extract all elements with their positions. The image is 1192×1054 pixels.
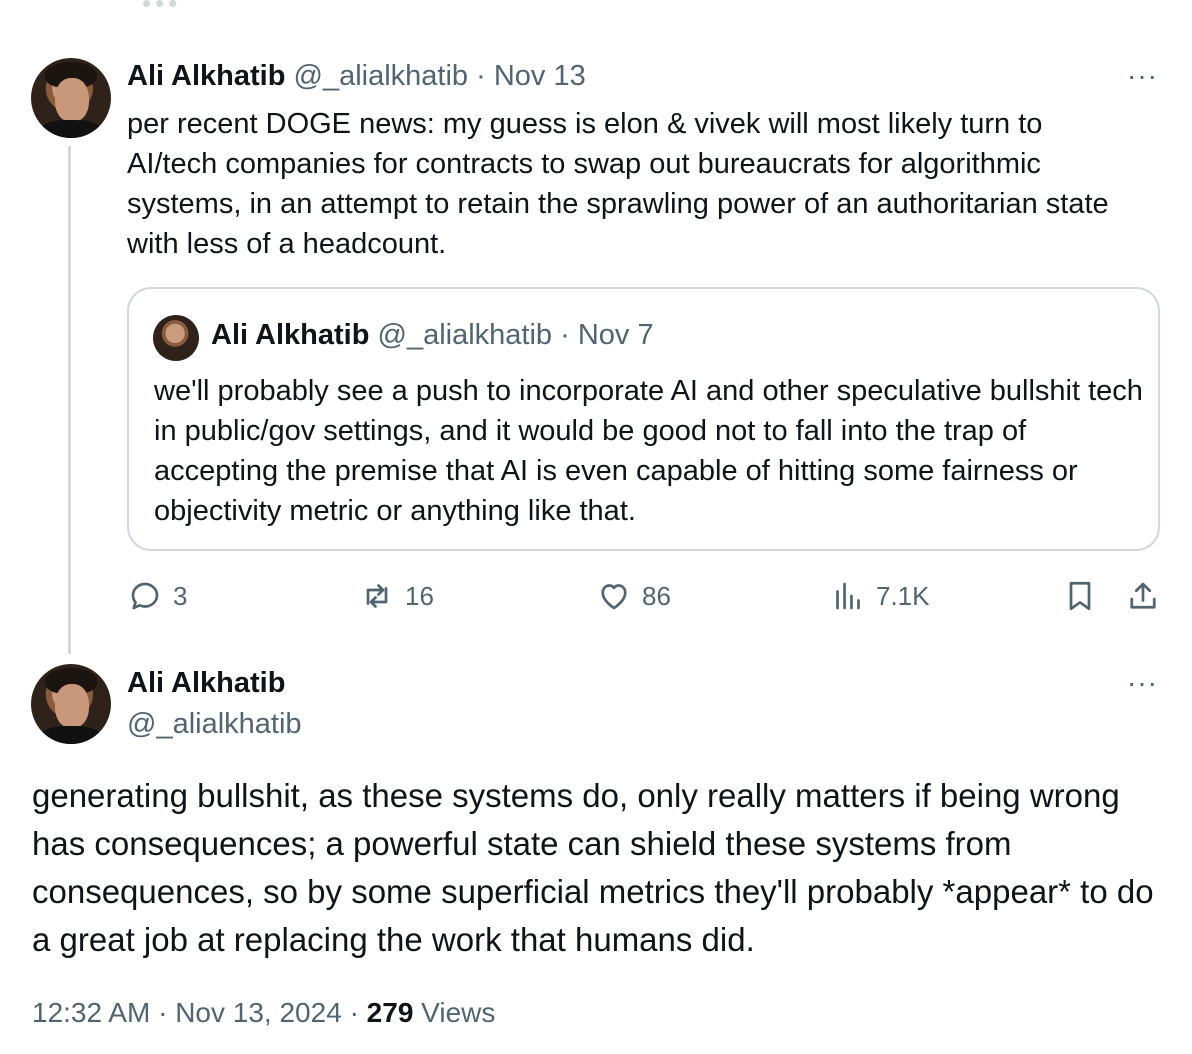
quoted-author-name: Ali Alkhatib — [211, 319, 370, 351]
quoted-tweet-date: Nov 7 — [577, 319, 654, 351]
separator: · — [158, 997, 168, 1028]
tweet-date[interactable]: Nov 13, 2024 — [175, 997, 342, 1028]
tweet-text: generating bullshit, as these systems do… — [32, 777, 1154, 958]
separator: · — [476, 60, 486, 92]
like-count: 86 — [642, 580, 671, 611]
tweet-text: per recent DOGE news: my guess is elon &… — [127, 108, 1109, 260]
author-name[interactable]: Ali Alkhatib — [127, 667, 285, 700]
views-count: 279 — [366, 997, 414, 1028]
bookmark-icon — [1069, 581, 1091, 611]
more-options-button[interactable]: ··· — [1127, 60, 1158, 92]
more-options-button[interactable]: ··· — [1127, 667, 1158, 699]
avatar[interactable] — [31, 664, 111, 744]
quoted-tweet-header: Ali Alkhatib @_alialkhatib · Nov 7 — [211, 319, 654, 352]
thread-connector-line — [68, 146, 71, 654]
heart-icon — [601, 584, 627, 610]
avatar[interactable] — [31, 58, 111, 138]
views-label: Views — [421, 997, 496, 1028]
repost-icon — [366, 584, 388, 608]
previous-tweet-remnant: ••• — [142, 0, 182, 18]
reply-button[interactable]: 3 — [127, 578, 187, 614]
tweet-header: Ali Alkhatib @_alialkhatib · Nov 13 — [127, 60, 586, 93]
bookmark-button[interactable] — [1062, 578, 1098, 614]
quoted-avatar — [153, 315, 199, 361]
author-name[interactable]: Ali Alkhatib — [127, 60, 285, 92]
like-button[interactable]: 86 — [596, 578, 671, 614]
quoted-tweet-card[interactable]: Ali Alkhatib @_alialkhatib · Nov 7 we'll… — [127, 287, 1160, 551]
share-icon — [1130, 582, 1156, 609]
separator: · — [560, 319, 570, 351]
quoted-tweet-text: we'll probably see a push to incorporate… — [154, 375, 1143, 527]
author-handle[interactable]: @_alialkhatib — [294, 60, 469, 92]
reply-icon — [131, 582, 159, 610]
views-icon — [836, 582, 860, 610]
views-count: 7.1K — [876, 580, 930, 611]
tweet-date[interactable]: Nov 13 — [494, 60, 586, 92]
tweet-action-bar: 3 16 86 7.1K — [127, 578, 1167, 622]
separator: · — [349, 997, 359, 1028]
repost-count: 16 — [405, 580, 434, 611]
share-button[interactable] — [1125, 578, 1161, 614]
repost-button[interactable]: 16 — [359, 578, 434, 614]
views-button[interactable]: 7.1K — [830, 578, 930, 614]
tweet-time[interactable]: 12:32 AM — [32, 997, 150, 1028]
tweet-metadata: 12:32 AM · Nov 13, 2024 · 279 Views — [32, 997, 495, 1029]
reply-count: 3 — [173, 580, 188, 611]
quoted-author-handle: @_alialkhatib — [377, 319, 553, 351]
author-handle[interactable]: @_alialkhatib — [127, 708, 302, 741]
